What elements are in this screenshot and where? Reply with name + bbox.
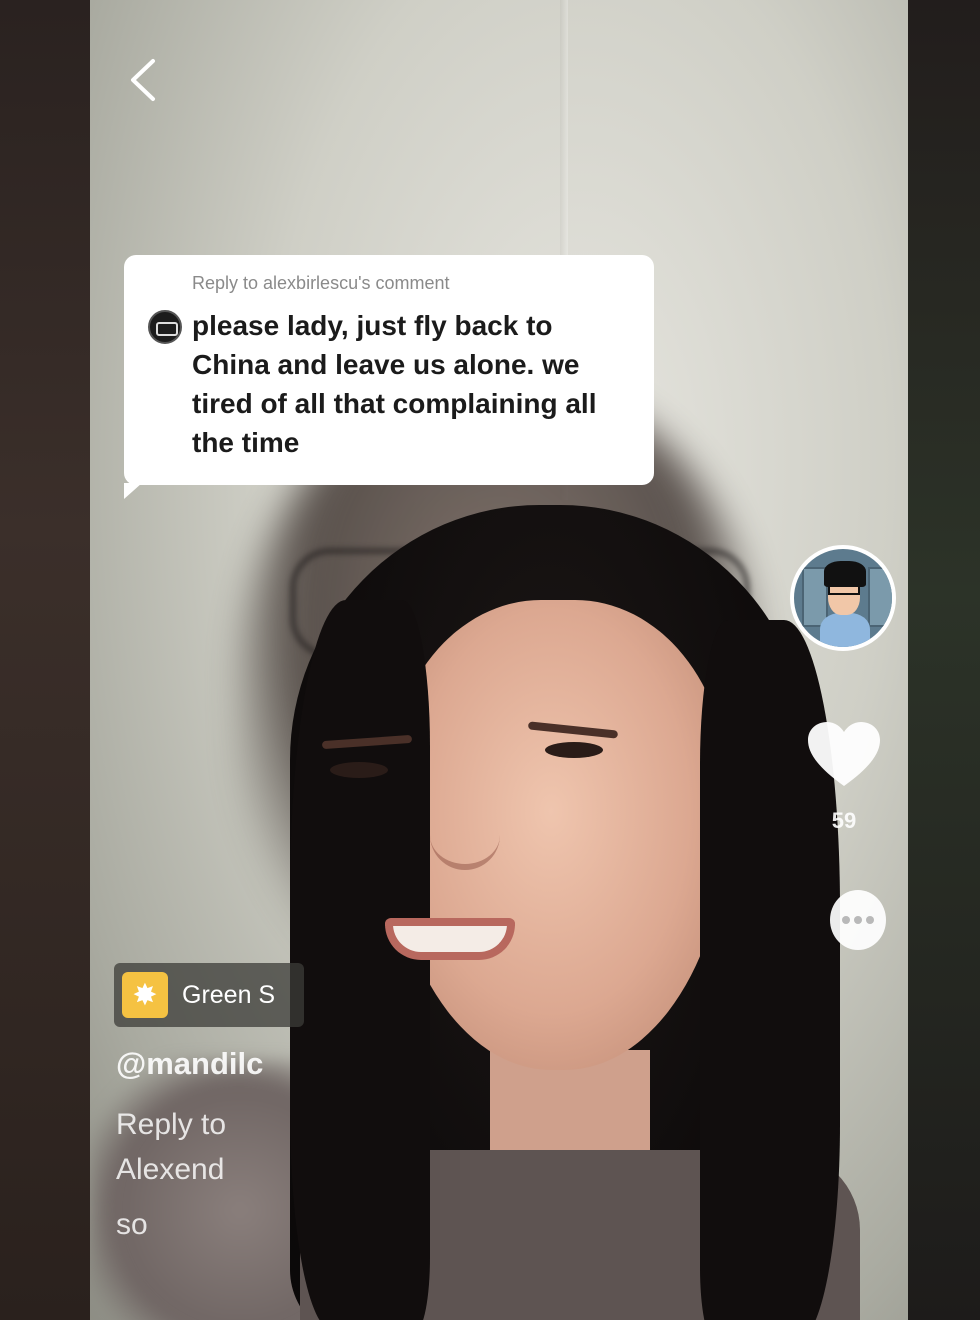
caption-line-1: Reply to (116, 1108, 227, 1141)
person-hair-left (290, 600, 430, 1320)
left-eye (330, 762, 388, 778)
comment-dot (842, 916, 850, 924)
sparkle-icon: ✸ (122, 972, 168, 1018)
chevron-left-icon (131, 59, 155, 101)
avatar-glasses (828, 585, 860, 595)
reply-comment-card: Reply to alexbirlescu's comment please l… (124, 255, 654, 499)
comment-dot (866, 916, 874, 924)
right-backdrop (908, 0, 980, 1320)
reply-header: Reply to alexbirlescu's comment (192, 273, 450, 293)
left-backdrop (0, 0, 90, 1320)
commenter-avatar (148, 310, 182, 344)
creator-avatar[interactable] (790, 545, 896, 651)
effect-label: Green S (182, 980, 276, 1009)
reply-comment-text: please lady, just fly back to China and … (192, 310, 597, 458)
username[interactable]: @mandilc (116, 1046, 263, 1082)
avatar-hair (824, 561, 866, 587)
avatar-locker-right (868, 567, 892, 627)
caption-line-3: so (116, 1208, 148, 1241)
nose (430, 790, 500, 870)
like-count: 59 (831, 808, 857, 833)
effect-chip[interactable]: ✸ Green S (114, 963, 304, 1027)
heart-icon[interactable] (806, 720, 882, 790)
right-eye (545, 742, 603, 758)
reply-row: please lady, just fly back to China and … (148, 306, 630, 462)
comment-dot (854, 916, 862, 924)
avatar-body (820, 613, 870, 647)
mouth (385, 918, 515, 960)
back-button[interactable] (120, 55, 164, 105)
caption-line-2: Alexend (116, 1153, 225, 1186)
comment-bubble-icon[interactable] (830, 890, 886, 950)
